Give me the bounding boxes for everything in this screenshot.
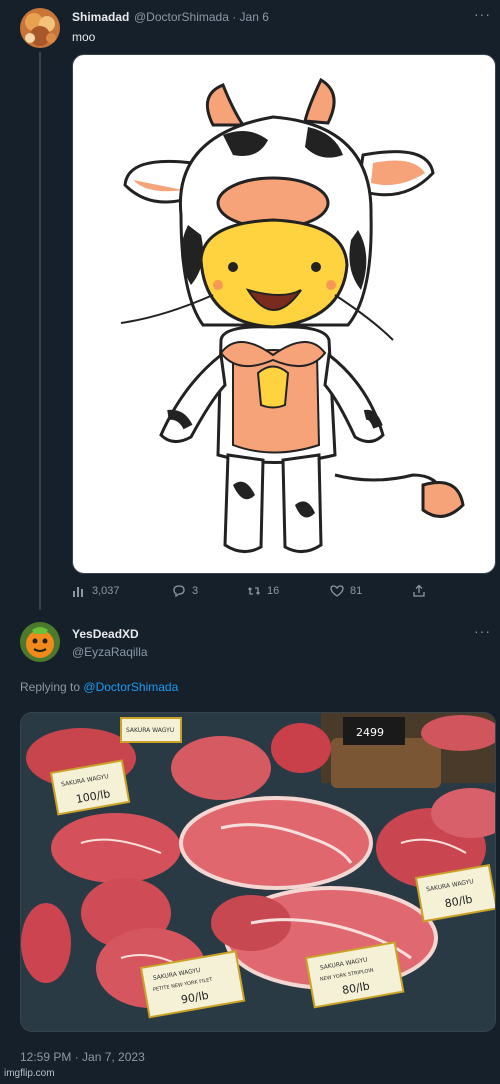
thread-connector-line: [39, 52, 41, 610]
retweet-icon: [248, 587, 260, 595]
share-button[interactable]: [412, 584, 426, 598]
views-icon: [73, 587, 83, 597]
imgflip-watermark: imgflip.com: [4, 1068, 55, 1079]
price-sign: 2499: [356, 726, 384, 739]
retweet-count: 16: [267, 585, 280, 597]
views-count: 3,037: [92, 585, 120, 597]
author-handle[interactable]: @EyzaRaqilla: [72, 645, 148, 659]
heart-icon: [330, 585, 344, 597]
like-count: 81: [350, 585, 363, 597]
more-options-icon[interactable]: ···: [474, 6, 491, 22]
views-stat[interactable]: 3,037: [72, 584, 120, 598]
like-button[interactable]: 81: [330, 584, 362, 598]
shimadad-avatar[interactable]: [20, 8, 60, 48]
author-name[interactable]: YesDeadXD: [72, 627, 139, 641]
tweet-image-cow-drawing[interactable]: [72, 54, 496, 574]
tweet-image-wagyu-beef[interactable]: 2499 SAKURA WAGYU 100/lb SAKURA WAGYU SA…: [20, 712, 496, 1032]
tweet-actions: 3,037 3 16 81: [72, 584, 472, 604]
replying-to: Replying to @DoctorShimada: [20, 680, 178, 694]
yesdeadxd-avatar[interactable]: [20, 622, 60, 662]
retweet-button[interactable]: 16: [247, 584, 279, 598]
more-options-icon[interactable]: ···: [474, 623, 491, 639]
author-name[interactable]: Shimadad: [72, 10, 129, 24]
reply-icon: [173, 585, 185, 598]
reply-count: 3: [192, 585, 199, 597]
tweet-text: moo: [72, 30, 96, 44]
tweet-timestamp[interactable]: 12:59 PM · Jan 7, 2023: [20, 1050, 145, 1064]
tag2-brand: SAKURA WAGYU: [126, 727, 174, 734]
reply-button[interactable]: 3: [172, 584, 198, 598]
replying-mention-link[interactable]: @DoctorShimada: [83, 680, 178, 694]
share-icon: [413, 584, 425, 597]
replying-prefix: Replying to: [20, 680, 81, 694]
author-handle-date[interactable]: @DoctorShimada · Jan 6: [134, 10, 269, 24]
